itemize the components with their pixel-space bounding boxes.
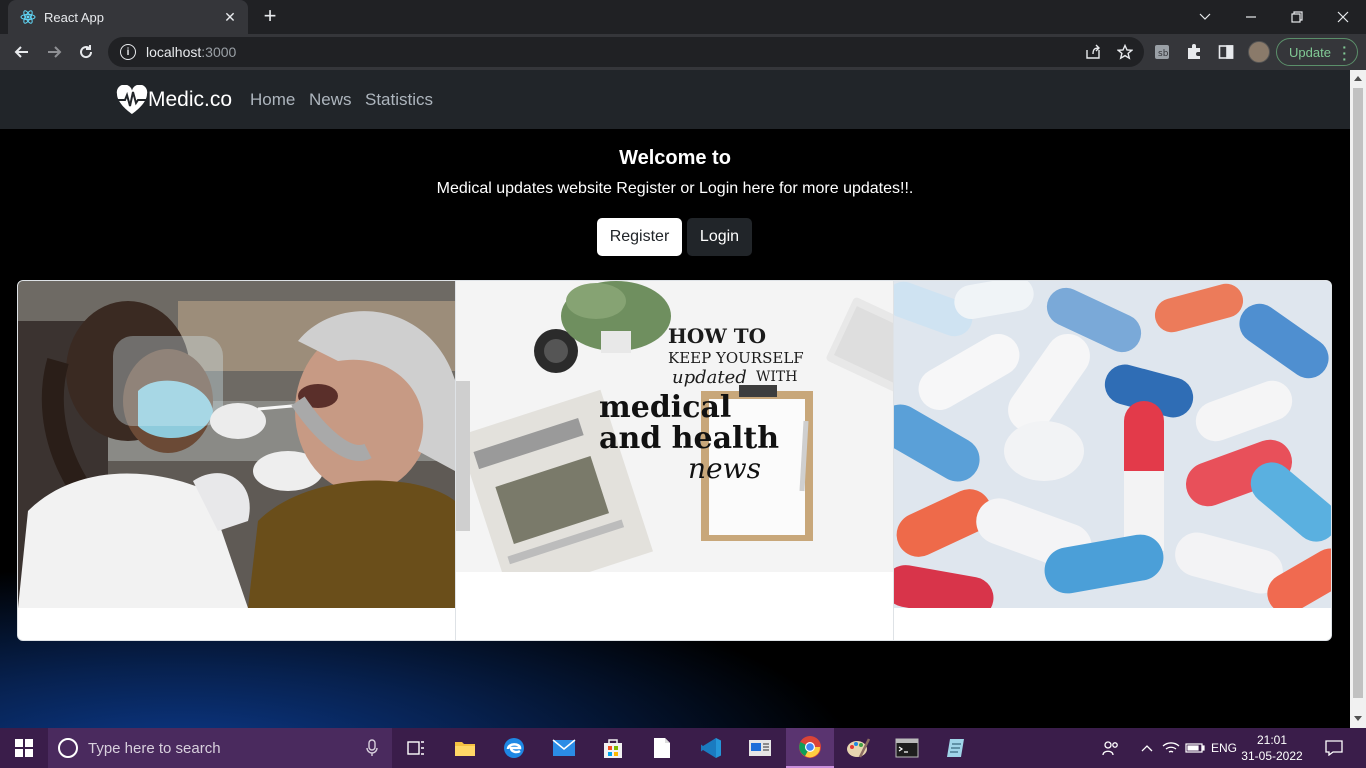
vscode-icon[interactable] xyxy=(687,728,735,768)
scroll-up-arrow-icon[interactable] xyxy=(1354,76,1362,81)
notepad-file-icon[interactable] xyxy=(638,728,686,768)
edge-icon[interactable] xyxy=(490,728,538,768)
address-bar[interactable]: i localhost:3000 xyxy=(108,37,1144,67)
paint-icon[interactable] xyxy=(834,728,882,768)
mail-icon[interactable] xyxy=(540,728,588,768)
brand-link[interactable]: Medic.co xyxy=(116,85,232,115)
restore-button[interactable] xyxy=(1274,0,1320,34)
update-button[interactable]: Update · · · xyxy=(1276,38,1358,66)
web-page: Medic.co Home News Statistics Welcome to… xyxy=(0,70,1350,728)
page-scrollbar[interactable] xyxy=(1350,70,1366,728)
arrow-left-icon xyxy=(14,46,28,58)
svg-text:sb: sb xyxy=(1158,49,1169,59)
terminal-icon[interactable] xyxy=(883,728,931,768)
tab-search-chevron-icon[interactable] xyxy=(1182,0,1228,34)
back-button[interactable] xyxy=(8,38,36,66)
tab-title: React App xyxy=(44,9,104,25)
clock-time: 21:01 xyxy=(1256,733,1288,747)
news-text-updated: updated xyxy=(672,367,747,388)
language-indicator[interactable]: ENG xyxy=(1208,728,1240,768)
news-text-how-to: HOW TO xyxy=(668,324,766,348)
battery-icon[interactable] xyxy=(1184,728,1206,768)
card-doctor xyxy=(18,281,456,640)
arrow-right-icon xyxy=(48,46,62,58)
chrome-icon[interactable] xyxy=(786,728,834,768)
task-view-icon[interactable] xyxy=(392,728,440,768)
cortana-icon xyxy=(58,738,78,758)
file-explorer-icon[interactable] xyxy=(441,728,489,768)
browser-tab[interactable]: React App ✕ xyxy=(8,0,248,34)
extensions-puzzle-icon[interactable] xyxy=(1184,42,1204,62)
new-tab-button[interactable]: + xyxy=(258,5,282,29)
brand-name: Medic.co xyxy=(148,88,233,111)
card-pills xyxy=(894,281,1331,640)
forward-button[interactable] xyxy=(40,38,68,66)
login-button[interactable]: Login xyxy=(687,218,752,256)
notes-app-icon[interactable] xyxy=(932,728,980,768)
browser-toolbar: i localhost:3000 sb Update · · · xyxy=(0,34,1366,70)
notifications-icon[interactable] xyxy=(1320,728,1348,768)
reload-button[interactable] xyxy=(72,38,100,66)
scrollbar-thumb[interactable] xyxy=(1353,88,1363,698)
colorful-pills-image xyxy=(894,281,1331,608)
windows-logo-icon xyxy=(15,739,33,757)
search-placeholder: Type here to search xyxy=(88,739,221,757)
microphone-icon[interactable] xyxy=(366,739,378,757)
hero-title: Welcome to xyxy=(619,147,731,169)
news-app-icon[interactable] xyxy=(736,728,784,768)
news-text-news: news xyxy=(688,452,761,485)
url-port: :3000 xyxy=(201,44,237,60)
card-group: HOW TO KEEP YOURSELF updated WITH medica… xyxy=(17,280,1332,641)
share-icon[interactable] xyxy=(1084,42,1102,62)
clock-date: 31-05-2022 xyxy=(1241,749,1303,763)
bookmark-star-icon[interactable] xyxy=(1116,42,1134,62)
close-window-button[interactable] xyxy=(1320,0,1366,34)
nav-statistics[interactable]: Statistics xyxy=(365,90,433,110)
store-icon[interactable] xyxy=(589,728,637,768)
doctor-swab-test-image xyxy=(18,281,455,608)
url-host: localhost xyxy=(146,44,202,60)
side-panel-icon[interactable] xyxy=(1216,42,1236,62)
update-label: Update xyxy=(1289,44,1331,60)
news-text-keep-yourself: KEEP YOURSELF xyxy=(668,349,804,367)
nav-news[interactable]: News xyxy=(309,90,352,110)
minimize-button[interactable] xyxy=(1228,0,1274,34)
people-icon[interactable] xyxy=(1100,728,1122,768)
hero-subtitle: Medical updates website Register or Logi… xyxy=(436,180,914,197)
heart-pulse-logo-icon xyxy=(116,85,148,114)
extension-icon[interactable]: sb xyxy=(1152,42,1172,62)
reload-icon xyxy=(80,45,93,59)
windows-taskbar: Type here to search ENG 21:01 31-05-2022 xyxy=(0,728,1366,768)
news-text-and-health: and health xyxy=(599,421,779,456)
react-icon xyxy=(20,10,36,24)
more-menu-icon[interactable]: · · · xyxy=(1342,40,1347,66)
site-info-icon[interactable]: i xyxy=(120,44,136,60)
news-text-with: WITH xyxy=(756,369,797,385)
taskbar-clock[interactable]: 21:01 31-05-2022 xyxy=(1240,732,1304,764)
medical-news-image: HOW TO KEEP YOURSELF updated WITH medica… xyxy=(456,281,893,572)
news-text-medical: medical xyxy=(599,390,731,425)
profile-avatar[interactable] xyxy=(1248,41,1270,63)
scroll-down-arrow-icon[interactable] xyxy=(1354,716,1362,721)
tab-strip: React App ✕ + xyxy=(0,0,1366,34)
show-hidden-icons-chevron-icon[interactable] xyxy=(1136,728,1158,768)
nav-home[interactable]: Home xyxy=(250,90,295,110)
start-button[interactable] xyxy=(0,728,48,768)
wifi-icon[interactable] xyxy=(1160,728,1182,768)
taskbar-search[interactable]: Type here to search xyxy=(48,728,392,768)
site-navbar: Medic.co Home News Statistics xyxy=(0,70,1350,129)
register-button[interactable]: Register xyxy=(597,218,682,256)
card-news: HOW TO KEEP YOURSELF updated WITH medica… xyxy=(456,281,894,640)
tab-close-icon[interactable]: ✕ xyxy=(222,9,238,26)
